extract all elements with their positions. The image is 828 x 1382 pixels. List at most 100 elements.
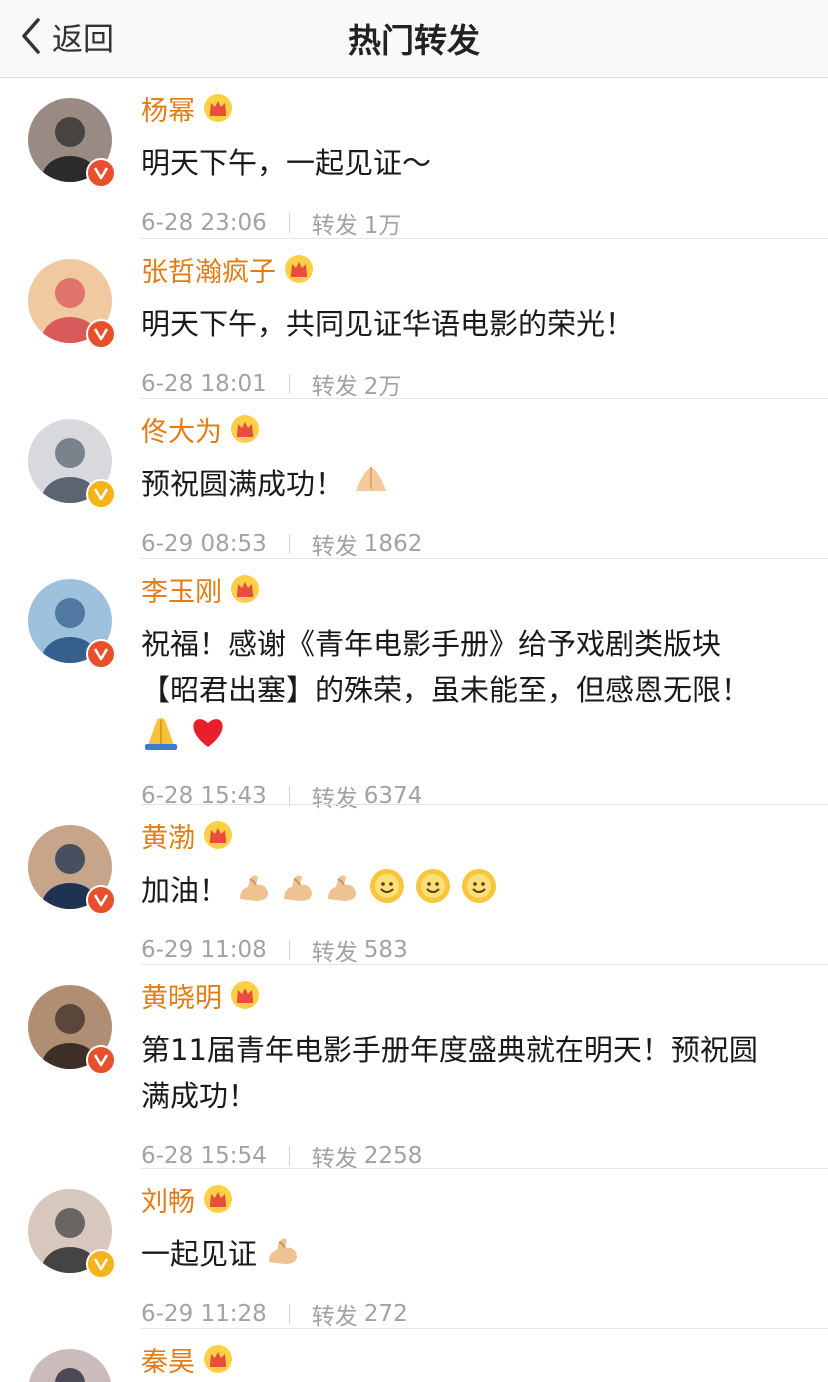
repost-item[interactable]: 杨幂明天下午，一起见证～ 6-28 23:06 转发 1万: [0, 78, 828, 240]
divider: [288, 534, 290, 554]
verified-badge-icon: [86, 885, 116, 915]
repost-label: 转发: [311, 374, 358, 400]
repost-item[interactable]: 黄晓明 第11届青年电影手册年度盛典就在明天！预祝圆 满成功！ 6-28 15:54 转…: [28, 964, 828, 1172]
heart-icon: [189, 715, 227, 762]
crown-icon: [284, 254, 314, 284]
crown-icon: [203, 1344, 233, 1374]
avatar[interactable]: [28, 1189, 116, 1279]
crown-icon: [203, 1184, 233, 1214]
verified-badge-icon: [86, 1249, 116, 1279]
repost-label: 转发: [311, 1304, 358, 1330]
page-title: 热门转发: [348, 21, 480, 60]
repost-item[interactable]: 李玉刚祝福！感谢《青年电影手册》给予戏剧类版块 【昭君出塞】的殊荣，虽未能至，但感…: [28, 558, 828, 812]
crown-icon: [230, 574, 260, 604]
repost-label: 转发: [311, 534, 358, 560]
text-line: 预祝圆满成功！: [141, 461, 390, 510]
user-name[interactable]: 秦昊: [141, 1340, 195, 1379]
repost-text: 明天下午，共同见证华语电影的荣光！: [141, 301, 634, 347]
pray-icon: [141, 714, 181, 763]
text-line: 祝福！感谢《青年电影手册》给予戏剧类版块: [141, 627, 722, 661]
user-name[interactable]: 张哲瀚疯子: [141, 250, 276, 289]
verified-badge-icon: [86, 1045, 116, 1075]
avatar[interactable]: [28, 579, 116, 669]
avatar[interactable]: [28, 1349, 114, 1382]
verified-badge-icon: [86, 479, 116, 509]
repost-item[interactable]: 秦昊: [28, 1328, 828, 1382]
nav-bar: 返回 热门转发: [0, 0, 828, 78]
repost-count: 2万: [363, 374, 402, 400]
repost-meta: 6-29 11:28 转发 272: [141, 1297, 408, 1331]
verified-badge-icon: [86, 639, 116, 669]
emoji-line: [133, 713, 750, 763]
crown-icon: [230, 980, 260, 1010]
avatar[interactable]: [28, 259, 116, 349]
text-content: 加油！: [141, 873, 229, 908]
repost-label: 转发: [311, 213, 358, 239]
sun-smile-icon: [460, 867, 498, 918]
ok-hand-icon: [352, 463, 390, 510]
timestamp: 6-29 11:28: [141, 1301, 267, 1327]
avatar[interactable]: [28, 825, 116, 915]
divider: [288, 940, 290, 960]
repost-text: 一起见证: [141, 1231, 301, 1279]
repost-meta: 6-29 11:08 转发 583: [141, 933, 408, 967]
user-name[interactable]: 刘畅: [141, 1180, 195, 1219]
repost-count: 1862: [363, 531, 423, 557]
muscle-icon: [324, 870, 360, 916]
repost-item[interactable]: 张哲瀚疯子明天下午，共同见证华语电影的荣光！ 6-28 18:01 转发 2万: [28, 238, 828, 401]
muscle-icon: [280, 870, 316, 916]
avatar[interactable]: [28, 98, 116, 188]
text-line: 【昭君出塞】的殊荣，虽未能至，但感恩无限！: [141, 673, 751, 707]
verified-badge-icon: [86, 319, 116, 349]
repost-meta: 6-28 23:06 转发 1万: [141, 206, 401, 240]
crown-icon: [230, 414, 260, 444]
repost-count: 583: [363, 937, 408, 963]
user-name[interactable]: 李玉刚: [141, 570, 222, 609]
text-content: 一起见证: [141, 1237, 258, 1271]
verified-badge-icon: [86, 158, 116, 188]
divider: [288, 1146, 290, 1166]
repost-meta: 6-28 18:01 转发 2万: [141, 367, 401, 401]
repost-item[interactable]: 刘畅一起见证 6-29 11:28 转发 272: [28, 1168, 828, 1331]
repost-text: 祝福！感谢《青年电影手册》给予戏剧类版块 【昭君出塞】的殊荣，虽未能至，但感恩无限…: [141, 621, 750, 763]
crown-icon: [203, 820, 233, 850]
muscle-icon: [236, 870, 272, 916]
divider: [288, 1304, 290, 1324]
crown-icon: [203, 93, 233, 123]
repost-list: 杨幂 明天下午，一起见证～ 6-28 23:06 转发 1万 张哲瀚疯子 明天下午，共同见证…: [0, 78, 828, 1382]
text-line: 第11届青年电影手册年度盛典就在明天！预祝圆: [141, 1033, 758, 1067]
avatar[interactable]: [28, 419, 116, 509]
repost-text: 第11届青年电影手册年度盛典就在明天！预祝圆 满成功！: [141, 1027, 758, 1119]
sun-smile-icon: [368, 867, 406, 918]
avatar[interactable]: [28, 985, 116, 1075]
user-name[interactable]: 杨幂: [141, 89, 195, 128]
repost-text: 加油！: [141, 867, 498, 918]
timestamp: 6-29 08:53: [141, 531, 267, 557]
repost-text: 明天下午，一起见证～: [141, 140, 431, 186]
timestamp: 6-28 23:06: [141, 210, 267, 236]
text-line: 一起见证: [141, 1231, 301, 1279]
user-name[interactable]: 黄渤: [141, 816, 195, 855]
muscle-icon: [265, 1233, 301, 1279]
repost-count: 272: [363, 1301, 408, 1327]
text-line: 满成功！: [141, 1079, 258, 1113]
timestamp: 6-29 11:08: [141, 937, 267, 963]
timestamp: 6-28 18:01: [141, 371, 267, 397]
repost-label: 转发: [311, 940, 358, 966]
divider: [288, 374, 290, 394]
divider: [288, 213, 290, 233]
repost-count: 1万: [363, 213, 402, 239]
repost-item[interactable]: 佟大为预祝圆满成功！ 6-29 08:53 转发 1862: [28, 398, 828, 561]
text-line: 加油！: [141, 867, 498, 918]
sun-smile-icon: [414, 867, 452, 918]
text-line: 明天下午，一起见证～: [141, 146, 432, 180]
repost-meta: 6-29 08:53 转发 1862: [141, 527, 422, 561]
user-name[interactable]: 黄晓明: [141, 976, 222, 1015]
repost-item[interactable]: 黄渤加油！ 6-29 11:08 转发 583: [28, 804, 828, 967]
text-line: 明天下午，共同见证华语电影的荣光！: [141, 307, 635, 341]
text-content: 预祝圆满成功！: [141, 467, 345, 501]
divider: [288, 786, 290, 806]
timestamp: 6-28 15:54: [141, 1143, 267, 1169]
user-name[interactable]: 佟大为: [141, 410, 222, 449]
repost-text: 预祝圆满成功！: [141, 461, 390, 510]
